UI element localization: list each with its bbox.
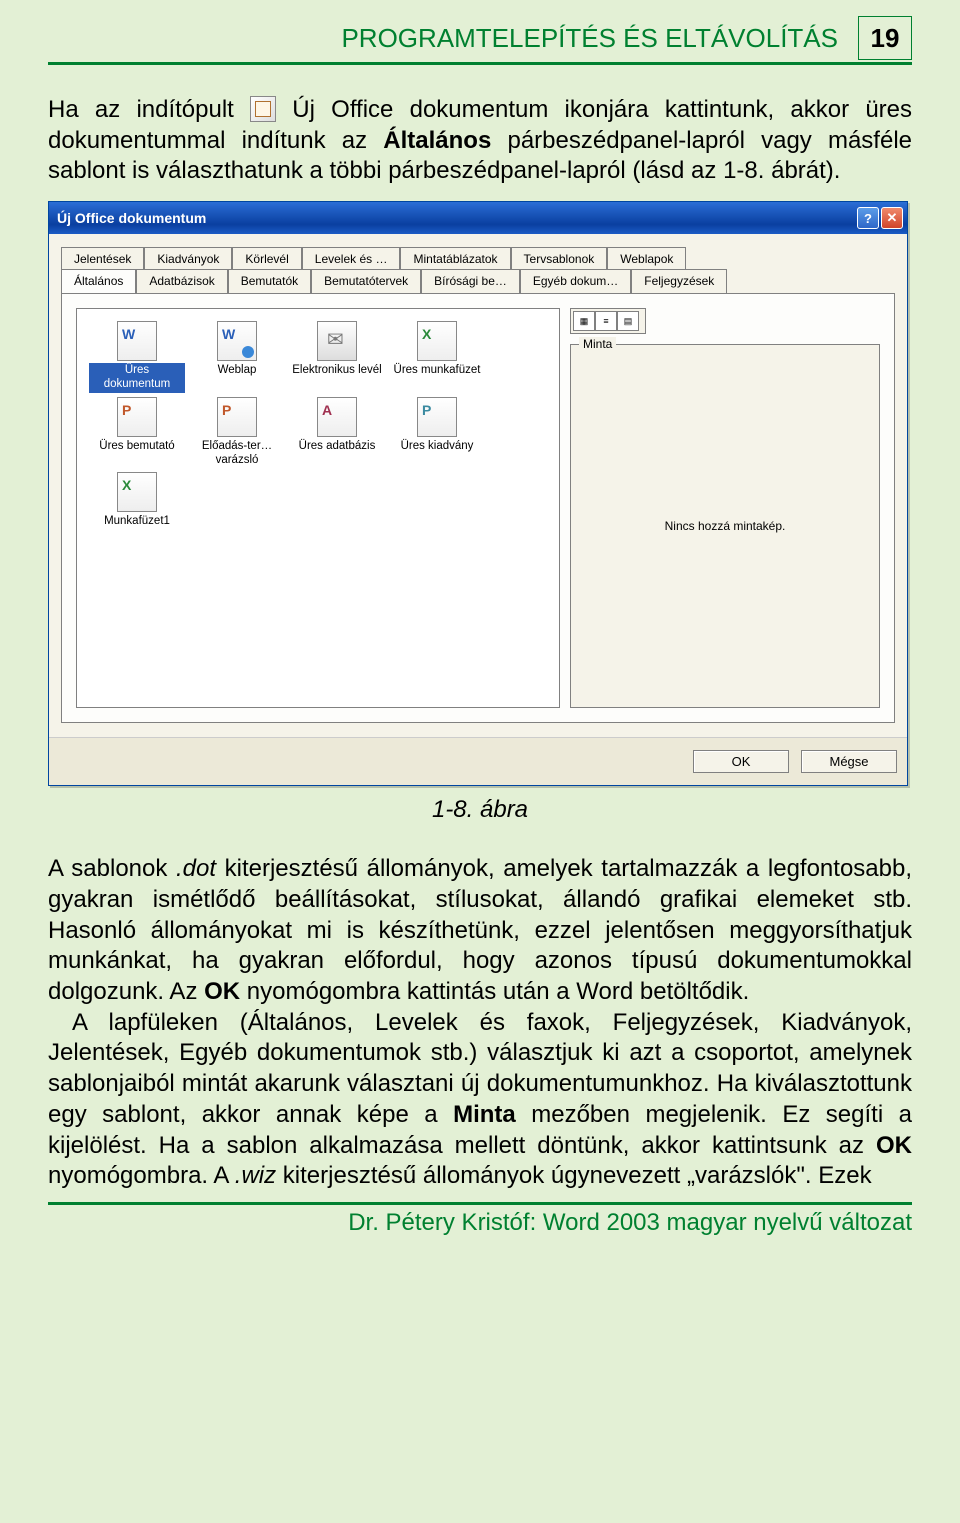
template-item-ures-kiadvany[interactable]: Üres kiadvány	[387, 395, 487, 471]
tabs-row-1: Jelentések Kiadványok Körlevél Levelek é…	[61, 246, 895, 269]
bold-text: OK	[876, 1132, 912, 1159]
excel-icon	[117, 472, 157, 512]
dialog-footer: OK Mégse	[49, 737, 907, 785]
ppt-icon	[117, 397, 157, 437]
template-item-elektronikus-level[interactable]: Elektronikus levél	[287, 319, 387, 395]
text: Ha az indítópult	[48, 96, 250, 123]
bold-text: Minta	[453, 1101, 516, 1128]
tab-kiadvanyok[interactable]: Kiadványok	[144, 247, 232, 270]
excel-icon	[417, 321, 457, 361]
publisher-icon	[417, 397, 457, 437]
footer-text: Dr. Pétery Kristóf: Word 2003 magyar nye…	[0, 1205, 960, 1237]
bold-text: Általános	[383, 127, 491, 154]
figure-caption: 1-8. ábra	[48, 796, 912, 824]
italic-text: .wiz	[235, 1162, 276, 1189]
dialog-titlebar[interactable]: Új Office dokumentum ? ✕	[49, 202, 907, 234]
template-label: Előadás-ter… varázsló	[189, 439, 285, 469]
ok-button[interactable]: OK	[693, 750, 789, 773]
template-item-weblap[interactable]: Weblap	[187, 319, 287, 395]
tab-adatbazisok[interactable]: Adatbázisok	[136, 269, 227, 293]
template-label: Munkafüzet1	[102, 514, 172, 530]
template-item-ures-munkafuzet[interactable]: Üres munkafüzet	[387, 319, 487, 395]
header-title: PROGRAMTELEPÍTÉS ÉS ELTÁVOLÍTÁS	[48, 23, 846, 54]
webpage-icon	[217, 321, 257, 361]
help-button[interactable]: ?	[857, 207, 879, 229]
tab-panel: Üres dokumentum Weblap Elektronikus levé…	[61, 293, 895, 723]
tab-levelek[interactable]: Levelek és …	[302, 247, 401, 270]
preview-box: Minta Nincs hozzá mintakép.	[570, 344, 880, 708]
preview-label: Minta	[579, 337, 616, 351]
tab-tervsablonok[interactable]: Tervsablonok	[511, 247, 608, 270]
template-icon-area: Üres dokumentum Weblap Elektronikus levé…	[76, 308, 560, 708]
template-label: Üres dokumentum	[89, 363, 185, 393]
view-list-button[interactable]: ≡	[595, 311, 617, 331]
template-label: Üres adatbázis	[297, 439, 378, 455]
view-details-button[interactable]: ▤	[617, 311, 639, 331]
cancel-button[interactable]: Mégse	[801, 750, 897, 773]
access-icon	[317, 397, 357, 437]
text: kiterjesztésű állományok úgynevezett „va…	[276, 1162, 871, 1189]
template-item-munkafuzet1[interactable]: Munkafüzet1	[87, 470, 187, 532]
template-label: Weblap	[216, 363, 259, 379]
office-doc-icon	[250, 96, 276, 122]
preview-text: Nincs hozzá mintakép.	[571, 519, 879, 533]
template-label: Elektronikus levél	[290, 363, 383, 379]
ppt-wizard-icon	[217, 397, 257, 437]
new-office-document-dialog: Új Office dokumentum ? ✕ Jelentések Kiad…	[48, 201, 908, 786]
body-text-2: A sablonok .dot kiterjesztésű állományok…	[48, 854, 912, 1192]
tab-altalanos[interactable]: Általános	[61, 269, 136, 293]
template-item-ures-adatbazis[interactable]: Üres adatbázis	[287, 395, 387, 471]
template-item-ures-dokumentum[interactable]: Üres dokumentum	[87, 319, 187, 395]
text: A sablonok	[48, 855, 176, 882]
close-button[interactable]: ✕	[881, 207, 903, 229]
mail-icon	[317, 321, 357, 361]
tab-bemutatok[interactable]: Bemutatók	[228, 269, 311, 293]
tab-egyeb[interactable]: Egyéb dokum…	[520, 269, 631, 293]
page-header: PROGRAMTELEPÍTÉS ÉS ELTÁVOLÍTÁS 19	[48, 16, 912, 65]
text: nyomógombra. A	[48, 1162, 235, 1189]
tab-mintatablazatok[interactable]: Mintatáblázatok	[400, 247, 510, 270]
word-doc-icon	[117, 321, 157, 361]
template-label: Üres bemutató	[97, 439, 176, 455]
tab-jelentesek[interactable]: Jelentések	[61, 247, 144, 270]
body-text: Ha az indítópult Új Office dokumentum ik…	[48, 95, 912, 187]
tab-weblapok[interactable]: Weblapok	[607, 247, 686, 270]
tab-birosagi[interactable]: Bírósági be…	[421, 269, 520, 293]
tab-feljegyzesek[interactable]: Feljegyzések	[631, 269, 727, 293]
preview-column: ▦ ≡ ▤ Minta Nincs hozzá mintakép.	[560, 308, 880, 708]
dialog-title: Új Office dokumentum	[57, 210, 855, 226]
text: nyomógombra kattintás után a Word betölt…	[240, 978, 749, 1005]
tab-bemutatotervek[interactable]: Bemutatótervek	[311, 269, 421, 293]
tab-korlevel[interactable]: Körlevél	[232, 247, 301, 270]
tabs-row-2: Általános Adatbázisok Bemutatók Bemutató…	[61, 269, 895, 293]
dialog-body: Jelentések Kiadványok Körlevél Levelek é…	[49, 234, 907, 737]
template-item-ures-bemutato[interactable]: Üres bemutató	[87, 395, 187, 471]
view-large-icons-button[interactable]: ▦	[573, 311, 595, 331]
page-number: 19	[858, 16, 912, 60]
template-label: Üres munkafüzet	[392, 363, 483, 379]
italic-text: .dot	[176, 855, 216, 882]
view-mode-buttons: ▦ ≡ ▤	[570, 308, 646, 334]
template-item-eloadas-varazslo[interactable]: Előadás-ter… varázsló	[187, 395, 287, 471]
templates-grid: Üres dokumentum Weblap Elektronikus levé…	[87, 319, 549, 532]
bold-text: OK	[204, 978, 240, 1005]
template-label: Üres kiadvány	[399, 439, 476, 455]
